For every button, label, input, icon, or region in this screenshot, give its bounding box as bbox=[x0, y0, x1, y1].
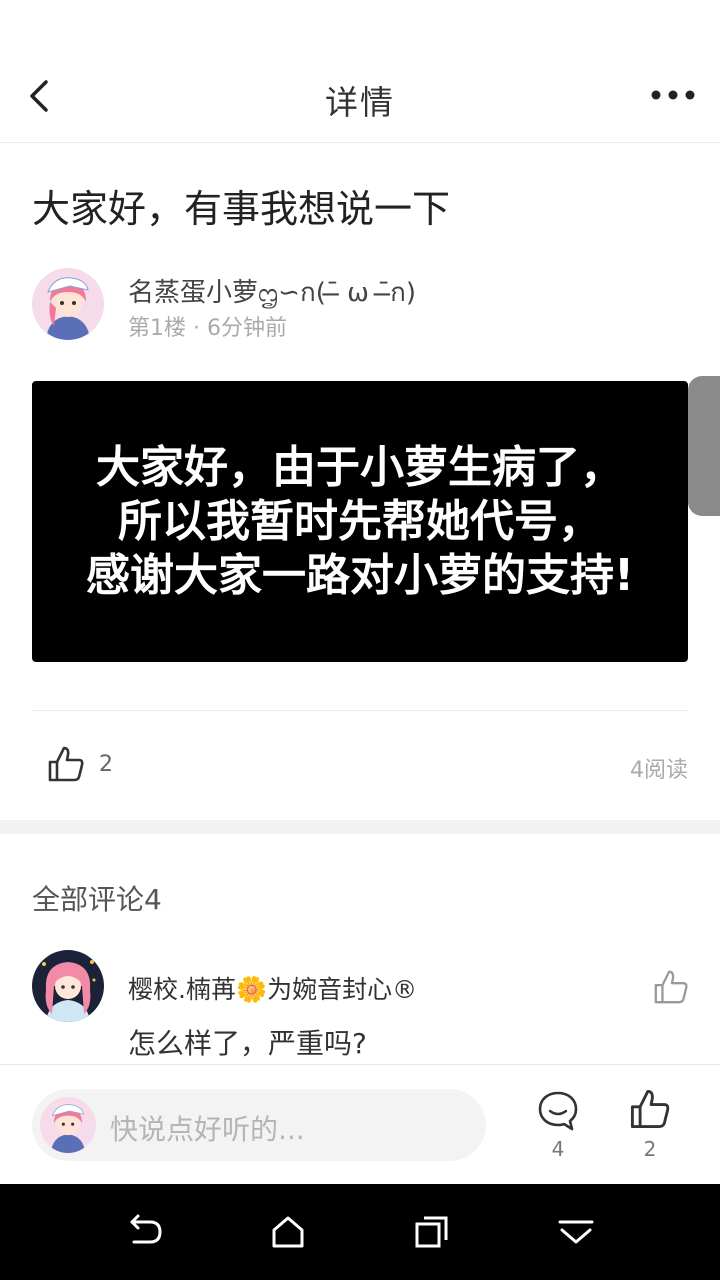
thumbs-up-icon bbox=[654, 970, 688, 1004]
nav-home-button[interactable] bbox=[268, 1212, 308, 1252]
chevron-down-bar-icon bbox=[558, 1220, 594, 1244]
comment-author-name[interactable]: 樱校.楠苒🌼为婉音封心® bbox=[128, 970, 417, 1006]
page-title: 详情 bbox=[325, 83, 395, 122]
app-header: 详情 bbox=[0, 50, 720, 143]
comments-count: 4 bbox=[551, 1137, 565, 1161]
nav-dropdown-button[interactable] bbox=[556, 1212, 596, 1252]
bottom-like-button[interactable] bbox=[628, 1087, 672, 1131]
comment-like-button[interactable] bbox=[652, 968, 690, 1006]
system-nav-bar bbox=[0, 1184, 720, 1280]
comment-input[interactable]: 快说点好听的... bbox=[32, 1089, 486, 1161]
post-like-count: 2 bbox=[99, 752, 113, 777]
anime-avatar-icon bbox=[32, 268, 104, 340]
nav-back-button[interactable] bbox=[124, 1212, 164, 1252]
image-text-line: 感谢大家一路对小萝的支持! bbox=[85, 549, 635, 601]
divider bbox=[32, 710, 688, 711]
anime-avatar-icon bbox=[40, 1097, 96, 1153]
read-count: 4阅读 bbox=[630, 758, 688, 783]
comments-heading: 全部评论4 bbox=[32, 883, 162, 916]
image-text-line: 所以我暂时先帮她代号， bbox=[118, 495, 602, 547]
post-image[interactable]: 大家好，由于小萝生病了， 所以我暂时先帮她代号， 感谢大家一路对小萝的支持! bbox=[32, 381, 688, 662]
image-text-line: 大家好，由于小萝生病了， bbox=[96, 441, 624, 493]
current-user-avatar bbox=[40, 1097, 96, 1153]
return-arrow-icon bbox=[130, 1214, 162, 1244]
bottom-action-bar: 快说点好听的... 4 2 bbox=[0, 1064, 720, 1184]
floor-label: 第1楼 bbox=[128, 316, 186, 341]
recent-apps-icon bbox=[415, 1216, 448, 1248]
author-avatar[interactable] bbox=[32, 268, 104, 340]
author-name[interactable]: 名蒸蛋小萝ᦗ∽ก(ˉ̶ ω ˉ̶ก) bbox=[128, 272, 416, 313]
comment-avatar[interactable] bbox=[32, 950, 104, 1022]
more-dots-icon bbox=[651, 90, 695, 100]
post-like-button[interactable] bbox=[46, 744, 86, 784]
comments-button[interactable] bbox=[536, 1089, 580, 1133]
status-bar bbox=[0, 0, 720, 50]
post-meta: 第1楼 · 6分钟前 bbox=[128, 310, 287, 342]
anime-avatar-icon bbox=[32, 950, 104, 1022]
post-title: 大家好，有事我想说一下 bbox=[32, 187, 451, 231]
meta-separator: · bbox=[193, 316, 207, 341]
post-time: 6分钟前 bbox=[207, 316, 287, 341]
floating-side-tab[interactable] bbox=[688, 376, 720, 516]
nav-recents-button[interactable] bbox=[412, 1212, 452, 1252]
section-divider bbox=[0, 820, 720, 834]
bottom-like-count: 2 bbox=[643, 1137, 657, 1161]
thumbs-up-icon bbox=[48, 746, 84, 782]
home-icon bbox=[272, 1216, 304, 1248]
more-button[interactable] bbox=[650, 80, 696, 110]
speech-bubble-icon bbox=[538, 1091, 578, 1131]
comment-text: 怎么样了，严重吗? bbox=[128, 1027, 367, 1060]
comment-input-placeholder: 快说点好听的... bbox=[110, 1113, 305, 1146]
thumbs-up-icon bbox=[630, 1089, 670, 1129]
